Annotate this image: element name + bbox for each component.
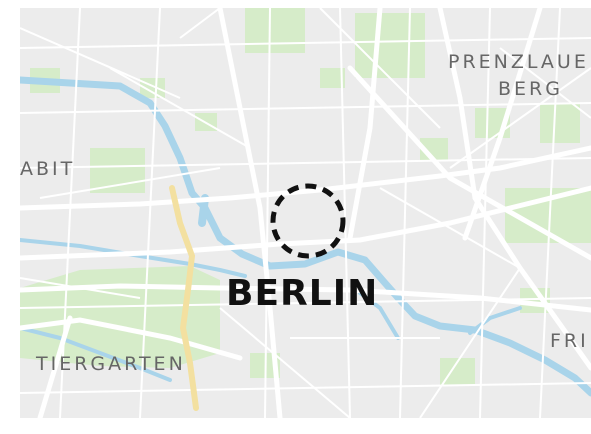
park [355,13,425,78]
park [540,103,580,143]
district-label-prenzlauer: PRENZLAUE [448,51,589,73]
district-label-moabit: ABIT [20,158,76,180]
city-label: BERLIN [226,273,379,314]
district-label-tiergarten: TIERGARTEN [36,353,186,375]
district-label-friedrichshain: FRI [550,330,589,352]
park [245,8,305,53]
map-view[interactable]: PRENZLAUE BERG ABIT TIERGARTEN FRI BERLI… [20,8,591,418]
district-label-prenzlauer-line2: BERG [498,78,563,100]
park [90,148,145,193]
